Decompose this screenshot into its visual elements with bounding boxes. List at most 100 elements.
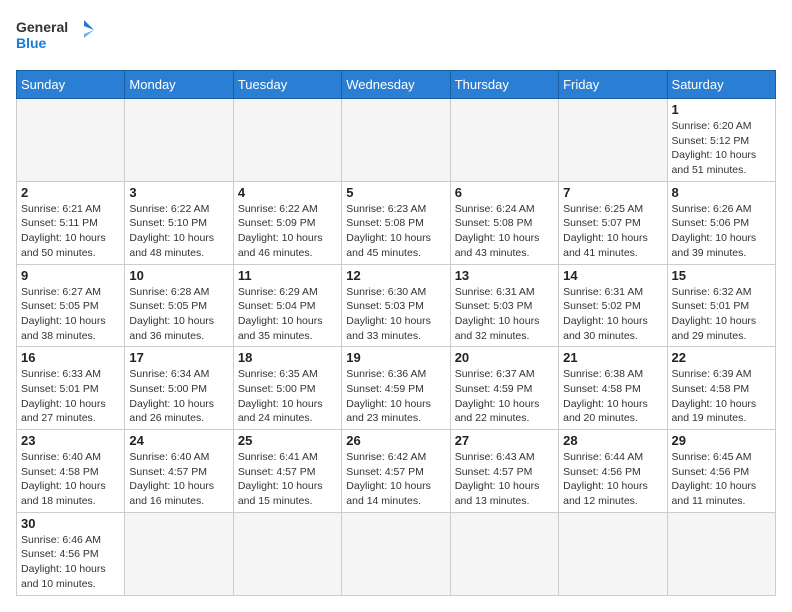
day-info: Sunrise: 6:31 AM Sunset: 5:03 PM Dayligh… bbox=[455, 285, 554, 344]
day-number: 3 bbox=[129, 185, 228, 200]
calendar-cell: 20Sunrise: 6:37 AM Sunset: 4:59 PM Dayli… bbox=[450, 347, 558, 430]
calendar-cell: 3 Sunrise: 6:22 AM Sunset: 5:10 PM Daylig… bbox=[125, 181, 233, 264]
calendar-cell: 24 Sunrise: 6:40 AM Sunset: 4:57 PM Dayli… bbox=[125, 430, 233, 513]
day-number: 17 bbox=[129, 350, 228, 365]
day-info: Sunrise: 6:43 AM Sunset: 4:57 PM Dayligh… bbox=[455, 450, 554, 509]
calendar-cell: 15 Sunrise: 6:32 AM Sunset: 5:01 PM Dayli… bbox=[667, 264, 775, 347]
calendar-week-4: 16 Sunrise: 6:33 AM Sunset: 5:01 PM Dayli… bbox=[17, 347, 776, 430]
day-info: Sunrise: 6:34 AM Sunset: 5:00 PM Dayligh… bbox=[129, 367, 228, 426]
day-info: Sunrise: 6:42 AM Sunset: 4:57 PM Dayligh… bbox=[346, 450, 445, 509]
calendar-week-2: 2Sunrise: 6:21 AM Sunset: 5:11 PM Daylig… bbox=[17, 181, 776, 264]
calendar-cell: 28Sunrise: 6:44 AM Sunset: 4:56 PM Dayli… bbox=[559, 430, 667, 513]
day-number: 21 bbox=[563, 350, 662, 365]
calendar-cell: 6 Sunrise: 6:24 AM Sunset: 5:08 PM Daylig… bbox=[450, 181, 558, 264]
calendar-cell: 23 Sunrise: 6:40 AM Sunset: 4:58 PM Dayli… bbox=[17, 430, 125, 513]
day-info: Sunrise: 6:41 AM Sunset: 4:57 PM Dayligh… bbox=[238, 450, 337, 509]
calendar-cell: 18 Sunrise: 6:35 AM Sunset: 5:00 PM Dayli… bbox=[233, 347, 341, 430]
day-number: 22 bbox=[672, 350, 771, 365]
day-number: 16 bbox=[21, 350, 120, 365]
day-info: Sunrise: 6:40 AM Sunset: 4:58 PM Dayligh… bbox=[21, 450, 120, 509]
day-number: 15 bbox=[672, 268, 771, 283]
calendar-cell: 7 Sunrise: 6:25 AM Sunset: 5:07 PM Daylig… bbox=[559, 181, 667, 264]
day-info: Sunrise: 6:20 AM Sunset: 5:12 PM Dayligh… bbox=[672, 119, 771, 178]
calendar-cell bbox=[450, 512, 558, 595]
day-info: Sunrise: 6:30 AM Sunset: 5:03 PM Dayligh… bbox=[346, 285, 445, 344]
day-number: 27 bbox=[455, 433, 554, 448]
day-number: 5 bbox=[346, 185, 445, 200]
day-info: Sunrise: 6:31 AM Sunset: 5:02 PM Dayligh… bbox=[563, 285, 662, 344]
calendar-cell bbox=[450, 99, 558, 182]
calendar-cell: 16 Sunrise: 6:33 AM Sunset: 5:01 PM Dayli… bbox=[17, 347, 125, 430]
calendar-cell: 22 Sunrise: 6:39 AM Sunset: 4:58 PM Dayli… bbox=[667, 347, 775, 430]
calendar-cell: 21 Sunrise: 6:38 AM Sunset: 4:58 PM Dayli… bbox=[559, 347, 667, 430]
day-info: Sunrise: 6:33 AM Sunset: 5:01 PM Dayligh… bbox=[21, 367, 120, 426]
day-number: 7 bbox=[563, 185, 662, 200]
day-number: 18 bbox=[238, 350, 337, 365]
day-number: 8 bbox=[672, 185, 771, 200]
day-info: Sunrise: 6:40 AM Sunset: 4:57 PM Dayligh… bbox=[129, 450, 228, 509]
day-number: 28 bbox=[563, 433, 662, 448]
day-number: 6 bbox=[455, 185, 554, 200]
day-number: 24 bbox=[129, 433, 228, 448]
day-info: Sunrise: 6:22 AM Sunset: 5:09 PM Dayligh… bbox=[238, 202, 337, 261]
calendar-cell: 12 Sunrise: 6:30 AM Sunset: 5:03 PM Dayli… bbox=[342, 264, 450, 347]
day-info: Sunrise: 6:45 AM Sunset: 4:56 PM Dayligh… bbox=[672, 450, 771, 509]
calendar-cell: 11 Sunrise: 6:29 AM Sunset: 5:04 PM Dayli… bbox=[233, 264, 341, 347]
calendar-cell bbox=[559, 99, 667, 182]
logo-svg: General Blue bbox=[16, 16, 96, 58]
calendar-cell: 19Sunrise: 6:36 AM Sunset: 4:59 PM Dayli… bbox=[342, 347, 450, 430]
day-info: Sunrise: 6:38 AM Sunset: 4:58 PM Dayligh… bbox=[563, 367, 662, 426]
calendar-cell: 2Sunrise: 6:21 AM Sunset: 5:11 PM Daylig… bbox=[17, 181, 125, 264]
day-number: 9 bbox=[21, 268, 120, 283]
day-number: 20 bbox=[455, 350, 554, 365]
day-info: Sunrise: 6:26 AM Sunset: 5:06 PM Dayligh… bbox=[672, 202, 771, 261]
day-info: Sunrise: 6:21 AM Sunset: 5:11 PM Dayligh… bbox=[21, 202, 120, 261]
day-number: 4 bbox=[238, 185, 337, 200]
day-info: Sunrise: 6:28 AM Sunset: 5:05 PM Dayligh… bbox=[129, 285, 228, 344]
calendar-cell bbox=[233, 99, 341, 182]
day-info: Sunrise: 6:25 AM Sunset: 5:07 PM Dayligh… bbox=[563, 202, 662, 261]
calendar-cell: 1 Sunrise: 6:20 AM Sunset: 5:12 PM Daylig… bbox=[667, 99, 775, 182]
calendar-cell bbox=[342, 99, 450, 182]
day-info: Sunrise: 6:22 AM Sunset: 5:10 PM Dayligh… bbox=[129, 202, 228, 261]
day-number: 19 bbox=[346, 350, 445, 365]
day-number: 25 bbox=[238, 433, 337, 448]
calendar-cell bbox=[125, 99, 233, 182]
day-header-saturday: Saturday bbox=[667, 71, 775, 99]
calendar-cell: 9Sunrise: 6:27 AM Sunset: 5:05 PM Daylig… bbox=[17, 264, 125, 347]
calendar-cell: 27 Sunrise: 6:43 AM Sunset: 4:57 PM Dayli… bbox=[450, 430, 558, 513]
calendar-week-5: 23 Sunrise: 6:40 AM Sunset: 4:58 PM Dayli… bbox=[17, 430, 776, 513]
calendar-cell: 30Sunrise: 6:46 AM Sunset: 4:56 PM Dayli… bbox=[17, 512, 125, 595]
calendar-cell: 14 Sunrise: 6:31 AM Sunset: 5:02 PM Dayli… bbox=[559, 264, 667, 347]
calendar-cell bbox=[559, 512, 667, 595]
calendar-cell: 4 Sunrise: 6:22 AM Sunset: 5:09 PM Daylig… bbox=[233, 181, 341, 264]
calendar-cell bbox=[667, 512, 775, 595]
day-number: 29 bbox=[672, 433, 771, 448]
day-info: Sunrise: 6:32 AM Sunset: 5:01 PM Dayligh… bbox=[672, 285, 771, 344]
day-info: Sunrise: 6:39 AM Sunset: 4:58 PM Dayligh… bbox=[672, 367, 771, 426]
calendar-cell bbox=[233, 512, 341, 595]
calendar-cell: 17 Sunrise: 6:34 AM Sunset: 5:00 PM Dayli… bbox=[125, 347, 233, 430]
day-number: 23 bbox=[21, 433, 120, 448]
day-info: Sunrise: 6:29 AM Sunset: 5:04 PM Dayligh… bbox=[238, 285, 337, 344]
day-number: 11 bbox=[238, 268, 337, 283]
day-info: Sunrise: 6:24 AM Sunset: 5:08 PM Dayligh… bbox=[455, 202, 554, 261]
calendar-cell bbox=[17, 99, 125, 182]
day-header-sunday: Sunday bbox=[17, 71, 125, 99]
day-info: Sunrise: 6:35 AM Sunset: 5:00 PM Dayligh… bbox=[238, 367, 337, 426]
day-number: 26 bbox=[346, 433, 445, 448]
day-header-friday: Friday bbox=[559, 71, 667, 99]
day-number: 10 bbox=[129, 268, 228, 283]
day-number: 12 bbox=[346, 268, 445, 283]
calendar-cell: 5 Sunrise: 6:23 AM Sunset: 5:08 PM Daylig… bbox=[342, 181, 450, 264]
svg-text:General: General bbox=[16, 19, 68, 35]
day-number: 14 bbox=[563, 268, 662, 283]
calendar-week-3: 9Sunrise: 6:27 AM Sunset: 5:05 PM Daylig… bbox=[17, 264, 776, 347]
day-number: 1 bbox=[672, 102, 771, 117]
day-info: Sunrise: 6:23 AM Sunset: 5:08 PM Dayligh… bbox=[346, 202, 445, 261]
calendar-cell bbox=[342, 512, 450, 595]
day-header-monday: Monday bbox=[125, 71, 233, 99]
day-header-thursday: Thursday bbox=[450, 71, 558, 99]
day-header-wednesday: Wednesday bbox=[342, 71, 450, 99]
day-header-tuesday: Tuesday bbox=[233, 71, 341, 99]
